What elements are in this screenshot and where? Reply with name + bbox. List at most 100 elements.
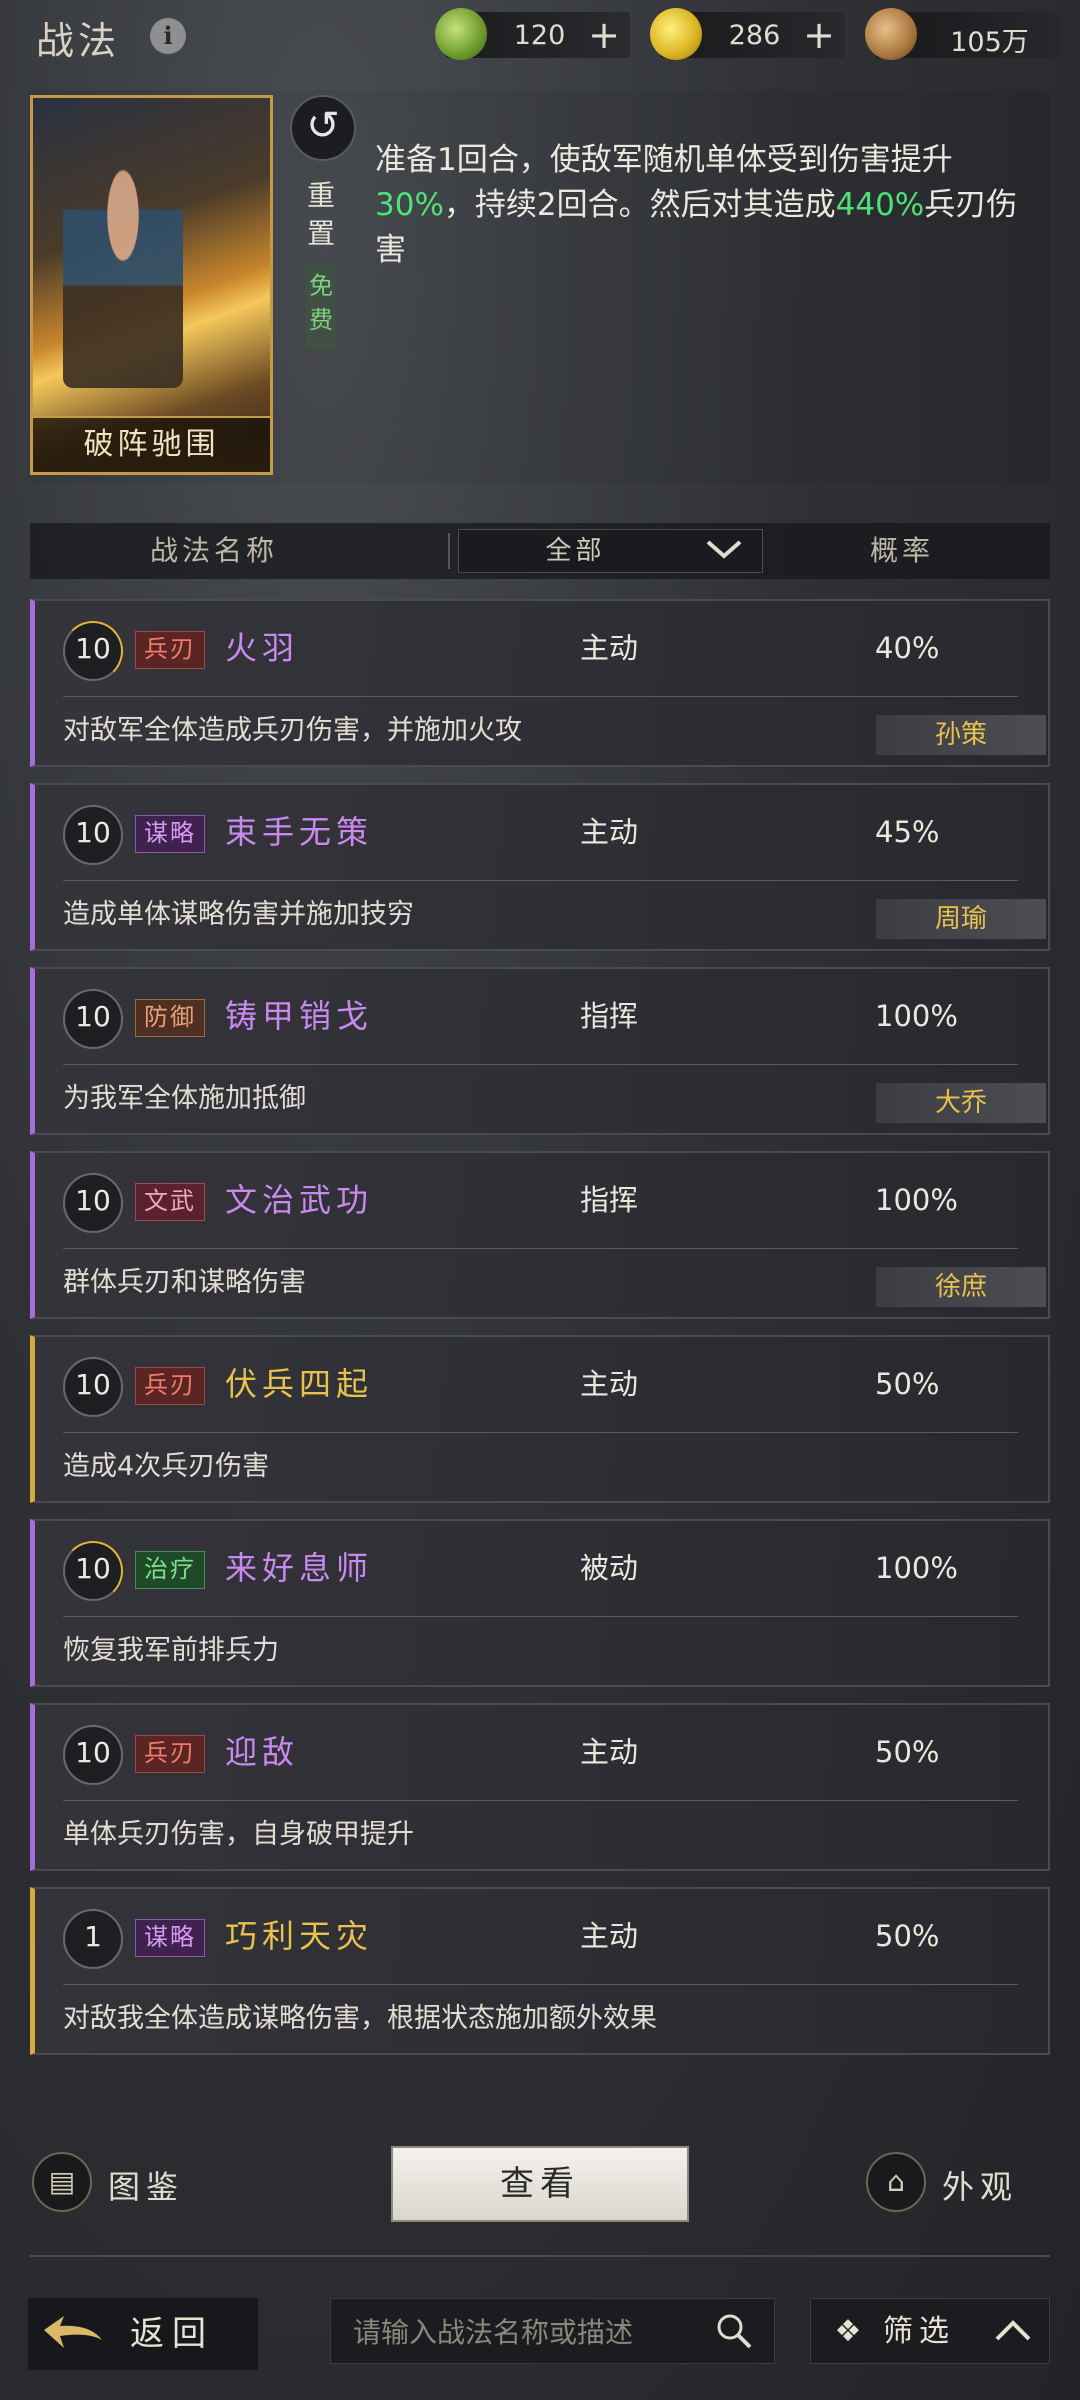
tactic-kind: 指挥 — [580, 1183, 639, 1217]
divider — [63, 1984, 1018, 1985]
back-arrow-icon — [38, 2310, 108, 2358]
tactic-rate: 45% — [875, 815, 940, 849]
tactic-description: 单体兵刃伤害，自身破甲提升 — [63, 1819, 414, 1850]
tactic-row[interactable]: 10 兵刃 火羽 主动 40% 对敌军全体造成兵刃伤害，并施加火攻 孙策 — [30, 599, 1050, 767]
book-icon: ▤ — [32, 2152, 92, 2212]
reset-label[interactable]: 重置 — [304, 177, 338, 253]
featured-name: 破阵驰围 — [33, 416, 270, 472]
name-column-header: 战法名称 — [150, 534, 279, 567]
tactic-row[interactable]: 10 兵刃 迎敌 主动 50% 单体兵刃伤害，自身破甲提升 — [30, 1703, 1050, 1871]
hero-tag: 周瑜 — [876, 899, 1046, 939]
filter-button[interactable]: ❖ 筛选 — [810, 2298, 1050, 2364]
tactic-rate: 100% — [875, 999, 958, 1033]
divider — [63, 1800, 1018, 1801]
view-button[interactable]: 查看 — [391, 2146, 689, 2222]
add-jade-button[interactable]: + — [588, 12, 620, 58]
tactic-kind: 被动 — [580, 1551, 639, 1585]
type-tag: 文武 — [135, 1183, 205, 1221]
tactic-kind: 主动 — [580, 1367, 639, 1401]
type-filter-value: 全部 — [545, 536, 606, 566]
hero-tag: 大乔 — [876, 1083, 1046, 1123]
type-tag: 兵刃 — [135, 631, 205, 669]
divider — [63, 696, 1018, 697]
chevron-down-icon — [704, 534, 744, 564]
chevron-up-icon — [993, 2313, 1033, 2349]
tactic-name: 来好息师 — [225, 1549, 374, 1587]
featured-card[interactable]: 破阵驰围 — [30, 95, 273, 475]
copper-currency: 105万 — [865, 8, 1060, 60]
level-badge: 10 — [63, 989, 123, 1049]
type-tag: 谋略 — [135, 1919, 205, 1957]
tactic-kind: 主动 — [580, 1919, 639, 1953]
divider — [63, 1616, 1018, 1617]
tactic-rate: 50% — [875, 1919, 940, 1953]
tactic-description: 恢复我军前排兵力 — [63, 1635, 279, 1666]
tactic-rate: 40% — [875, 631, 940, 665]
tactic-name: 铸甲销戈 — [225, 997, 374, 1035]
tactic-rate: 50% — [875, 1735, 940, 1769]
appearance-button[interactable]: ⌂ 外观 — [866, 2152, 1056, 2216]
type-filter-dropdown[interactable]: 全部 — [458, 529, 763, 573]
add-gold-button[interactable]: + — [803, 12, 835, 58]
jade-currency: 120 + — [435, 8, 630, 60]
hero-tag: 徐庶 — [876, 1267, 1046, 1307]
type-tag: 治疗 — [135, 1551, 205, 1589]
tactic-row[interactable]: 1 谋略 巧利天灾 主动 50% 对敌我全体造成谋略伤害，根据状态施加额外效果 — [30, 1887, 1050, 2055]
level-badge: 10 — [63, 1357, 123, 1417]
gold-currency: 286 + — [650, 8, 845, 60]
codex-label: 图鉴 — [108, 2168, 185, 2206]
copper-amount: 105万 — [950, 27, 1029, 58]
free-badge: 免费 — [306, 265, 336, 349]
tactic-name: 迎敌 — [225, 1733, 300, 1771]
rate-column-header: 概率 — [870, 534, 935, 567]
reset-icon[interactable]: ↺ — [290, 95, 356, 161]
tactic-name: 束手无策 — [225, 813, 374, 851]
filter-icon: ❖ — [834, 2314, 862, 2349]
tactic-row[interactable]: 10 文武 文治武功 指挥 100% 群体兵刃和谋略伤害 徐庶 — [30, 1151, 1050, 1319]
jade-amount: 120 — [513, 20, 566, 51]
tactic-row[interactable]: 10 防御 铸甲销戈 指挥 100% 为我军全体施加抵御 大乔 — [30, 967, 1050, 1135]
tactic-row[interactable]: 10 谋略 束手无策 主动 45% 造成单体谋略伤害并施加技穷 周瑜 — [30, 783, 1050, 951]
reset-control: ↺ 重置 免费 — [290, 95, 356, 349]
type-tag: 兵刃 — [135, 1735, 205, 1773]
tactic-kind: 主动 — [580, 815, 639, 849]
gold-amount: 286 — [728, 20, 781, 51]
level-badge: 10 — [63, 1173, 123, 1233]
tactic-row[interactable]: 10 兵刃 伏兵四起 主动 50% 造成4次兵刃伤害 — [30, 1335, 1050, 1503]
type-tag: 兵刃 — [135, 1367, 205, 1405]
pavilion-icon: ⌂ — [866, 2152, 926, 2212]
tactic-kind: 指挥 — [580, 999, 639, 1033]
tactic-description: 对敌军全体造成兵刃伤害，并施加火攻 — [63, 715, 522, 746]
level-badge: 10 — [63, 621, 123, 681]
search-box — [330, 2298, 775, 2365]
divider — [63, 1248, 1018, 1249]
tactic-name: 巧利天灾 — [225, 1917, 374, 1955]
divider — [30, 2255, 1050, 2257]
hero-tag: 孙策 — [876, 715, 1046, 755]
hero-portrait — [63, 158, 183, 388]
tactic-description: 为我军全体施加抵御 — [63, 1083, 306, 1114]
tactic-rate: 100% — [875, 1183, 958, 1217]
desc-highlight-1: 30% — [375, 187, 444, 223]
desc-part-1: 准备1回合，使敌军随机单体受到伤害提升 — [375, 142, 953, 178]
divider — [63, 1432, 1018, 1433]
gold-coin-icon — [650, 8, 702, 60]
level-badge: 10 — [63, 805, 123, 865]
tactic-rate: 50% — [875, 1367, 940, 1401]
tactic-row[interactable]: 10 治疗 来好息师 被动 100% 恢复我军前排兵力 — [30, 1519, 1050, 1687]
tactic-name: 火羽 — [225, 629, 300, 667]
back-label: 返回 — [130, 2314, 214, 2354]
search-icon[interactable] — [714, 2311, 754, 2351]
tactic-description: 造成4次兵刃伤害 — [63, 1451, 270, 1482]
codex-button[interactable]: ▤ 图鉴 — [32, 2152, 202, 2216]
back-button[interactable]: 返回 — [28, 2298, 258, 2370]
list-header: 战法名称 全部 概率 — [30, 523, 1050, 579]
search-input[interactable] — [331, 2299, 715, 2365]
tactic-kind: 主动 — [580, 1735, 639, 1769]
tactic-description: 群体兵刃和谋略伤害 — [63, 1267, 306, 1298]
tactic-description: 对敌我全体造成谋略伤害，根据状态施加额外效果 — [63, 2003, 657, 2034]
info-icon[interactable]: i — [150, 18, 186, 54]
desc-part-2: ，持续2回合。然后对其造成 — [443, 187, 836, 223]
desc-highlight-2: 440% — [835, 187, 925, 223]
level-badge: 10 — [63, 1541, 123, 1601]
